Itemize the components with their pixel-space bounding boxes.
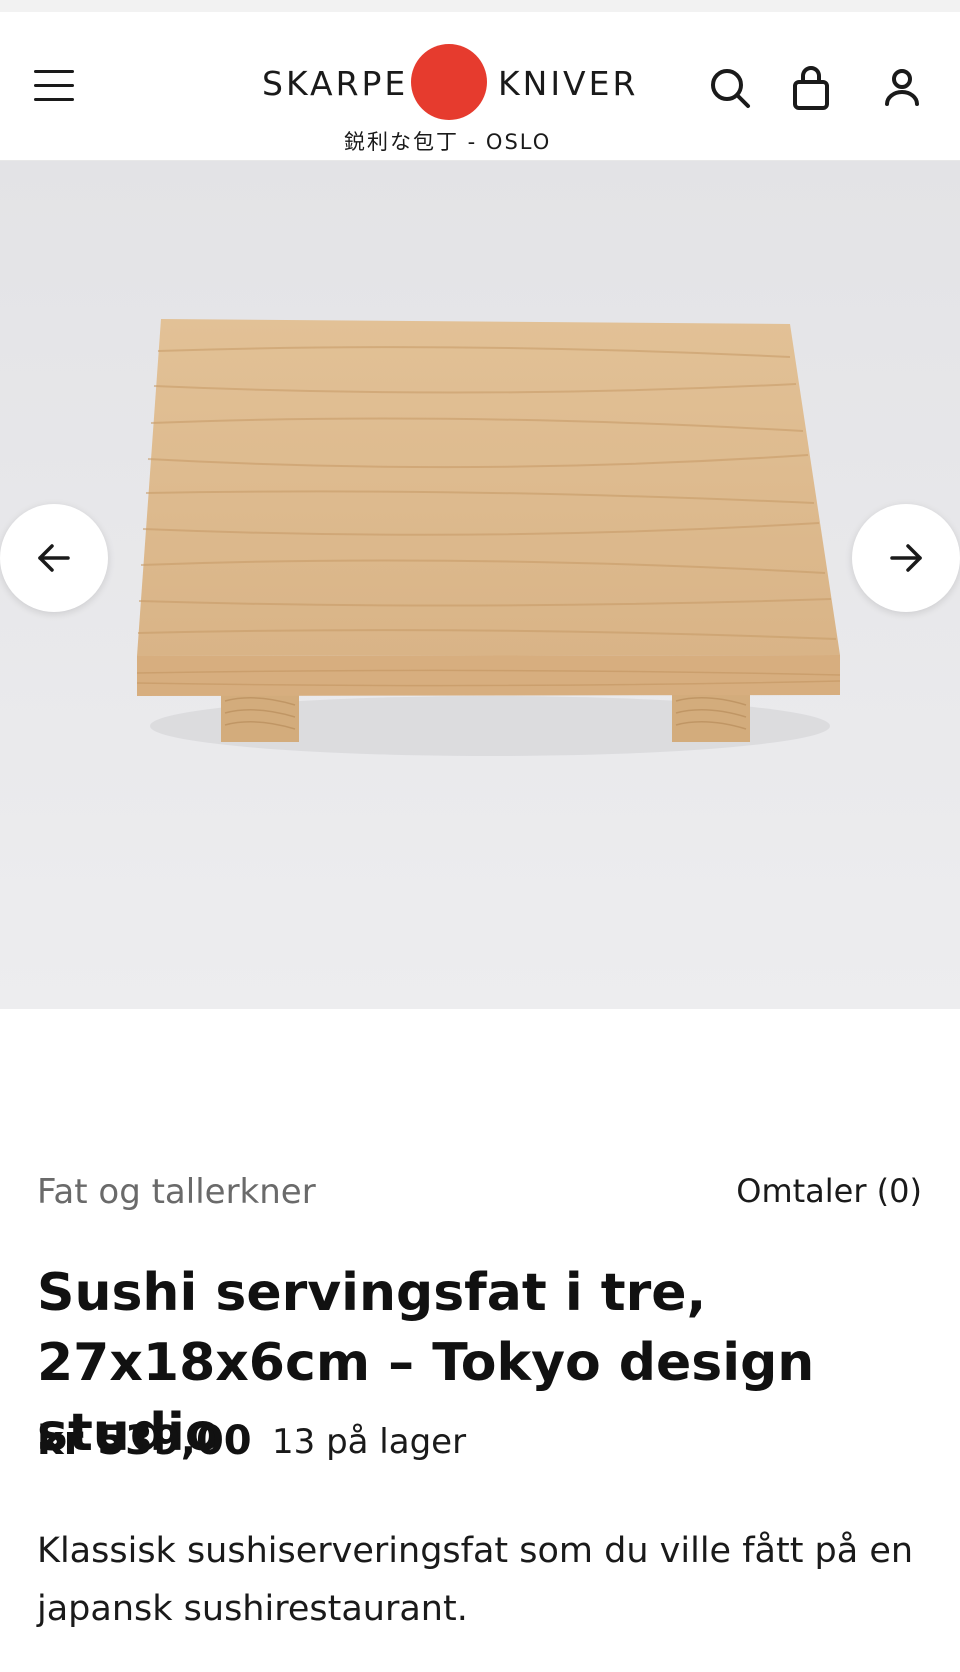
gallery-prev-button[interactable] (0, 504, 108, 612)
cart-button[interactable] (787, 64, 835, 112)
search-icon (711, 69, 750, 108)
user-icon (885, 69, 919, 106)
reviews-link[interactable]: Omtaler (0) (736, 1172, 922, 1210)
menu-button[interactable] (34, 70, 78, 110)
product-gallery (0, 161, 960, 1009)
logo-text-right: KNIVER (498, 64, 639, 103)
product-category-link[interactable]: Fat og tallerkner (37, 1172, 316, 1212)
logo-text-left: SKARPE (262, 64, 409, 103)
product-image (0, 161, 960, 1009)
menu-icon-line (34, 84, 74, 87)
logo-subtitle: 鋭利な包丁 - OSLO (344, 130, 552, 154)
menu-icon-line (34, 98, 74, 101)
site-logo[interactable]: SKARPE KNIVER 鋭利な包丁 - OSLO (254, 30, 635, 154)
arrow-left-icon (38, 544, 70, 572)
status-strip (0, 0, 960, 12)
gallery-next-button[interactable] (852, 504, 960, 612)
site-header: SKARPE KNIVER 鋭利な包丁 - OSLO (0, 12, 960, 161)
product-price: kr 539,00 (37, 1418, 252, 1464)
search-button[interactable] (706, 64, 754, 112)
bag-icon (793, 66, 829, 110)
logo-sun-icon (411, 44, 487, 120)
menu-icon (34, 70, 74, 73)
product-description: Klassisk sushiserveringsfat som du ville… (37, 1531, 914, 1629)
arrow-right-icon (890, 544, 922, 572)
stock-status: 13 på lager (272, 1422, 467, 1462)
account-button[interactable] (878, 64, 926, 112)
